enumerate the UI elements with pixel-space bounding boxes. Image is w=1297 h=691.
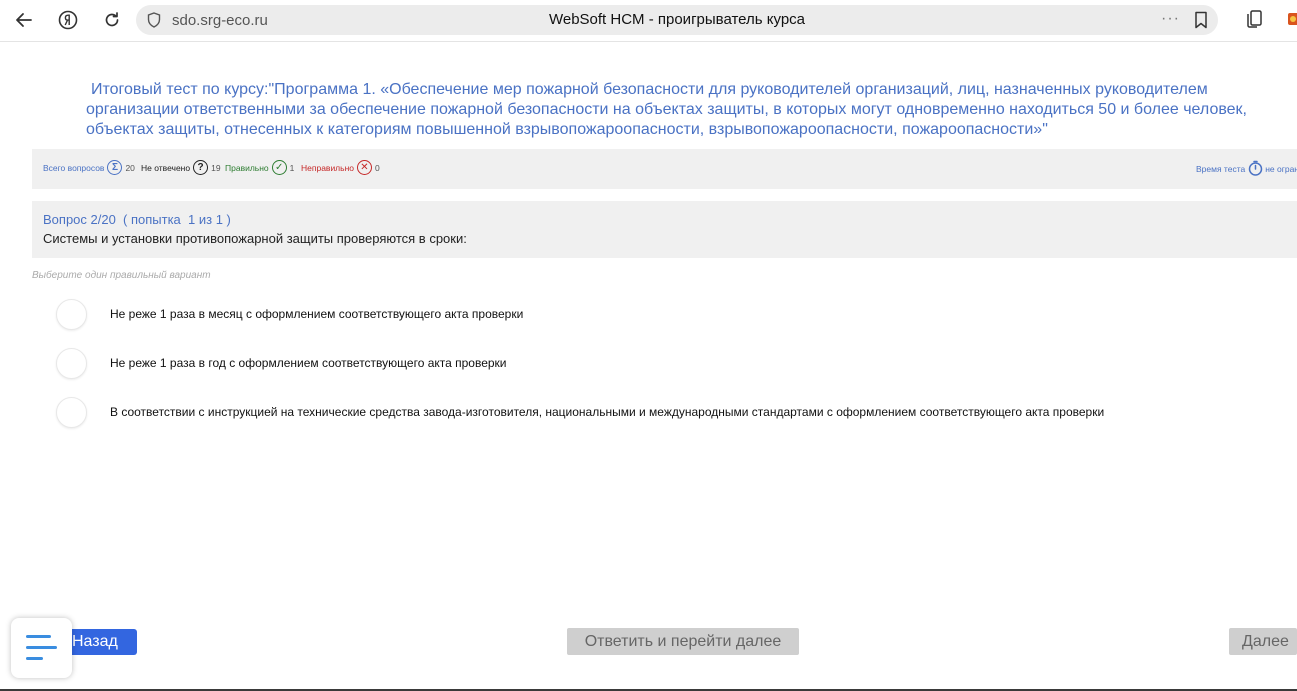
stats-bar: Всего вопросов Σ 20 Не отвечено ? 19 Пра… — [32, 149, 1297, 189]
menu-button[interactable] — [11, 618, 72, 678]
cross-icon: ✕ — [357, 160, 372, 175]
menu-icon-line — [26, 657, 43, 660]
sigma-icon: Σ — [107, 160, 123, 175]
stat-unanswered-count: 19 — [211, 162, 221, 173]
page-title: WebSoft HCM - проигрыватель курса — [548, 11, 806, 28]
stat-total: Всего вопросов Σ 20 — [43, 160, 135, 175]
stat-unanswered-label: Не отвечено — [141, 162, 191, 173]
answer-option[interactable]: Не реже 1 раза в год с оформлением соотв… — [56, 348, 1156, 380]
answer-option-label: В соответствии с инструкцией на техничес… — [110, 405, 1105, 419]
browser-toolbar: sdo.srg-eco.ru WebSoft HCM - проигрывате… — [0, 0, 1297, 42]
stat-total-label: Всего вопросов — [43, 162, 105, 173]
stat-correct-count: 1 — [289, 162, 295, 173]
more-icon[interactable]: ··· — [1161, 10, 1180, 28]
extension-icon[interactable] — [1287, 9, 1297, 34]
address-bar[interactable]: sdo.srg-eco.ru WebSoft HCM - проигрывате… — [136, 5, 1218, 35]
radio-button[interactable] — [56, 348, 87, 379]
question-box: Вопрос 2/20 ( попытка 1 из 1 ) Системы и… — [32, 201, 1297, 258]
stat-time-label: Время теста — [1196, 164, 1246, 174]
url-text: sdo.srg-eco.ru — [172, 12, 268, 29]
stat-correct: Правильно ✓ 1 — [225, 160, 294, 175]
answer-option-label: Не реже 1 раза в год с оформлением соотв… — [110, 356, 507, 370]
answer-option[interactable]: В соответствии с инструкцией на техничес… — [56, 397, 1156, 429]
radio-button[interactable] — [56, 397, 87, 428]
reload-icon[interactable] — [99, 7, 125, 33]
back-button[interactable]: Назад — [63, 629, 137, 655]
test-title: Итоговый тест по курсу:"Программа 1. «Об… — [86, 81, 1247, 138]
stat-time-value: не огран — [1265, 164, 1297, 174]
menu-icon-line — [26, 646, 57, 649]
yandex-logo-icon[interactable] — [55, 7, 81, 33]
question-mark-icon: ? — [193, 160, 209, 175]
answer-next-button[interactable]: Ответить и перейти далее — [567, 628, 799, 655]
back-arrow-icon[interactable] — [11, 7, 37, 33]
stat-correct-label: Правильно — [225, 162, 269, 173]
next-button[interactable]: Далее — [1229, 628, 1297, 655]
shield-icon[interactable] — [147, 12, 161, 33]
bookmark-icon[interactable] — [1194, 11, 1208, 34]
menu-icon-line — [26, 635, 51, 638]
answer-option-label: Не реже 1 раза в месяц с оформлением соо… — [110, 307, 524, 321]
question-number: Вопрос 2/20 ( попытка 1 из 1 ) — [43, 212, 231, 227]
question-text: Системы и установки противопожарной защи… — [43, 231, 467, 246]
stat-total-count: 20 — [125, 162, 135, 173]
check-icon: ✓ — [271, 160, 287, 175]
radio-button[interactable] — [56, 299, 87, 330]
stat-time: Время теста не огран — [1196, 160, 1297, 178]
answer-hint: Выберите один правильный вариант — [32, 270, 211, 281]
stat-wrong: Неправильно ✕ 0 — [301, 160, 380, 175]
tabs-collection-icon[interactable] — [1244, 9, 1264, 34]
answer-option[interactable]: Не реже 1 раза в месяц с оформлением соо… — [56, 299, 1156, 331]
stat-wrong-label: Неправильно — [301, 162, 354, 173]
stat-unanswered: Не отвечено ? 19 — [141, 160, 221, 175]
stat-wrong-count: 0 — [375, 162, 380, 173]
stopwatch-icon — [1248, 160, 1263, 178]
